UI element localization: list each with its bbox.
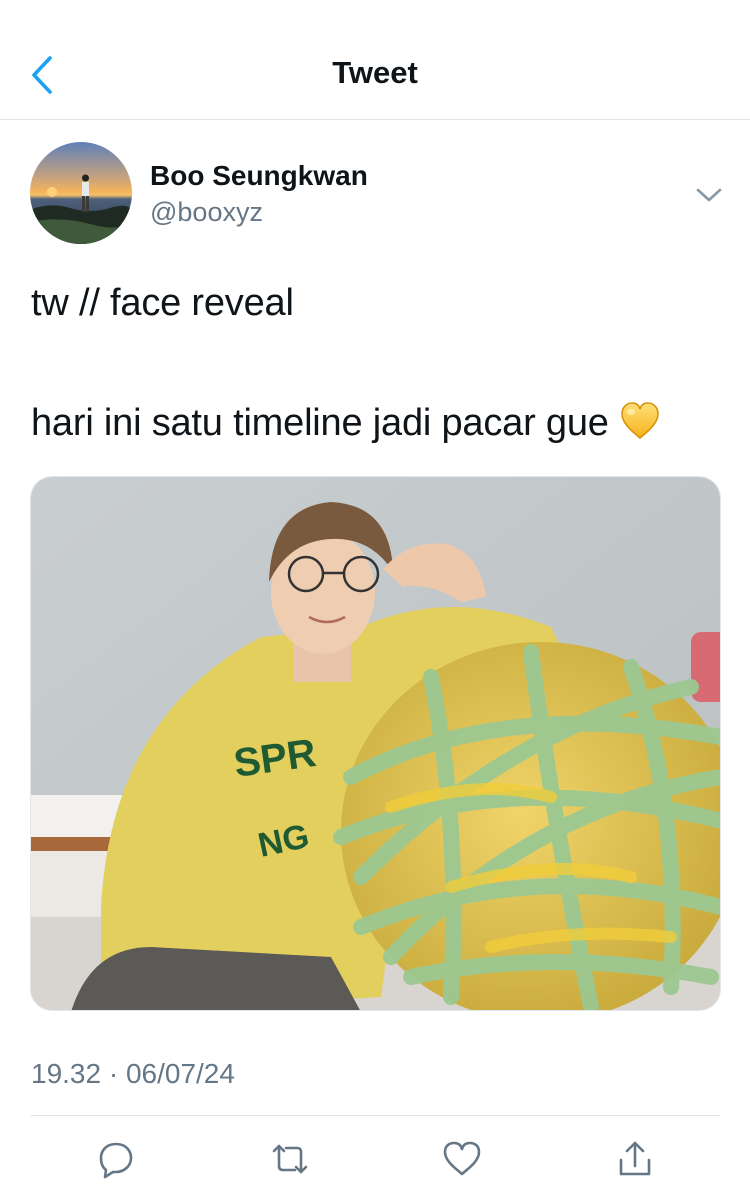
share-icon — [619, 1141, 651, 1176]
more-options-button[interactable] — [690, 178, 728, 212]
page-title: Tweet — [332, 55, 418, 90]
tweet-text-line: hari ini satu timeline jadi pacar gue — [31, 401, 661, 451]
top-navigation-bar: Tweet — [0, 0, 750, 120]
author-name[interactable]: Boo Seungkwan — [150, 160, 368, 192]
tweet-text: hari ini satu timeline jadi pacar gue — [31, 402, 609, 444]
chevron-down-icon — [696, 188, 722, 202]
photo-image: SPR NG — [31, 477, 720, 1010]
share-button[interactable] — [610, 1134, 660, 1184]
divider — [30, 1115, 720, 1116]
reply-icon — [99, 1142, 133, 1179]
tweet-timestamp: 19.32 · 06/07/24 — [31, 1058, 235, 1089]
reply-button[interactable] — [91, 1134, 141, 1184]
retweet-icon — [272, 1144, 308, 1174]
retweet-button[interactable] — [265, 1134, 315, 1184]
tweet-text-line: tw // face reveal — [31, 282, 294, 325]
avatar-image — [30, 142, 132, 244]
author-handle[interactable]: @booxyz — [150, 197, 263, 228]
like-button[interactable] — [437, 1134, 487, 1184]
avatar[interactable] — [30, 142, 132, 244]
tweet-photo[interactable]: SPR NG — [30, 476, 721, 1011]
yellow-heart-icon — [619, 401, 661, 451]
tweet-text: tw // face reveal — [31, 282, 294, 324]
like-icon — [443, 1141, 481, 1176]
